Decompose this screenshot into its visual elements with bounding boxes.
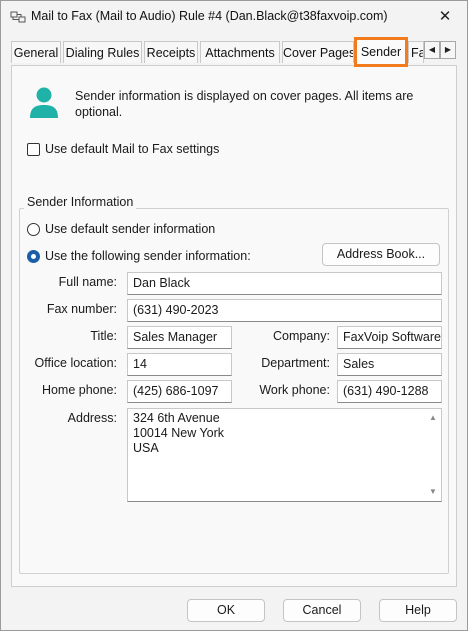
custom-sender-radio[interactable] <box>27 250 40 263</box>
address-line: 10014 New York <box>133 426 225 440</box>
home-phone-label: Home phone: <box>41 383 117 397</box>
department-field[interactable]: Sales <box>337 353 442 376</box>
title-label: Title: <box>90 329 117 343</box>
department-label: Department: <box>261 356 330 370</box>
fax-number-label: Fax number: <box>46 302 117 316</box>
work-phone-label: Work phone: <box>259 383 330 397</box>
use-default-settings-checkbox[interactable] <box>27 143 40 156</box>
address-textarea[interactable]: 324 6th Avenue 10014 New York USA ▲ ▼ <box>127 408 442 502</box>
close-button[interactable]: ✕ <box>431 5 459 29</box>
title-bar: Mail to Fax (Mail to Audio) Rule #4 (Dan… <box>1 1 467 33</box>
office-location-label: Office location: <box>34 356 117 370</box>
address-book-button[interactable]: Address Book... <box>322 243 440 266</box>
tab-attachments[interactable]: Attachments <box>200 41 280 63</box>
fax-number-field[interactable]: (631) 490-2023 <box>127 299 442 322</box>
app-icon <box>10 11 26 23</box>
full-name-field[interactable]: Dan Black <box>127 272 442 295</box>
full-name-label: Full name: <box>58 275 117 289</box>
tab-general[interactable]: General <box>11 41 61 63</box>
default-sender-radio[interactable] <box>27 223 40 236</box>
tab-dialing-rules[interactable]: Dialing Rules <box>63 41 142 63</box>
company-label: Company: <box>273 329 330 343</box>
default-sender-label[interactable]: Use default sender information <box>45 222 215 236</box>
tab-scroll-right-button[interactable]: ▶ <box>440 41 456 59</box>
scroll-up-arrow-icon[interactable]: ▲ <box>428 413 438 423</box>
title-field[interactable]: Sales Manager <box>127 326 232 349</box>
sender-information-title: Sender Information <box>24 195 137 209</box>
work-phone-field[interactable]: (631) 490-1288 <box>337 380 442 403</box>
address-label: Address: <box>67 411 117 425</box>
use-default-settings-label[interactable]: Use default Mail to Fax settings <box>45 142 219 156</box>
tab-fax-partial[interactable]: Fa <box>408 41 424 63</box>
sender-tab-panel: Sender information is displayed on cover… <box>11 65 457 587</box>
window-title: Mail to Fax (Mail to Audio) Rule #4 (Dan… <box>31 9 388 23</box>
ok-button[interactable]: OK <box>187 599 265 622</box>
custom-sender-label[interactable]: Use the following sender information: <box>45 249 251 263</box>
tab-scroll-left-button[interactable]: ◀ <box>424 41 440 59</box>
tab-sender[interactable]: Sender <box>354 37 408 67</box>
address-line: 324 6th Avenue <box>133 411 220 425</box>
dialog-window: Mail to Fax (Mail to Audio) Rule #4 (Dan… <box>0 0 468 631</box>
cancel-button[interactable]: Cancel <box>283 599 361 622</box>
scroll-down-arrow-icon[interactable]: ▼ <box>428 487 438 497</box>
help-button[interactable]: Help <box>379 599 457 622</box>
home-phone-field[interactable]: (425) 686-1097 <box>127 380 232 403</box>
tab-cover-pages[interactable]: Cover Pages <box>282 41 354 63</box>
tab-receipts[interactable]: Receipts <box>144 41 198 63</box>
info-text: Sender information is displayed on cover… <box>75 89 414 119</box>
office-location-field[interactable]: 14 <box>127 353 232 376</box>
company-field[interactable]: FaxVoip Software, L <box>337 326 442 349</box>
person-icon <box>30 87 58 118</box>
tab-strip: General Dialing Rules Receipts Attachmen… <box>11 37 457 67</box>
address-line: USA <box>133 441 159 455</box>
